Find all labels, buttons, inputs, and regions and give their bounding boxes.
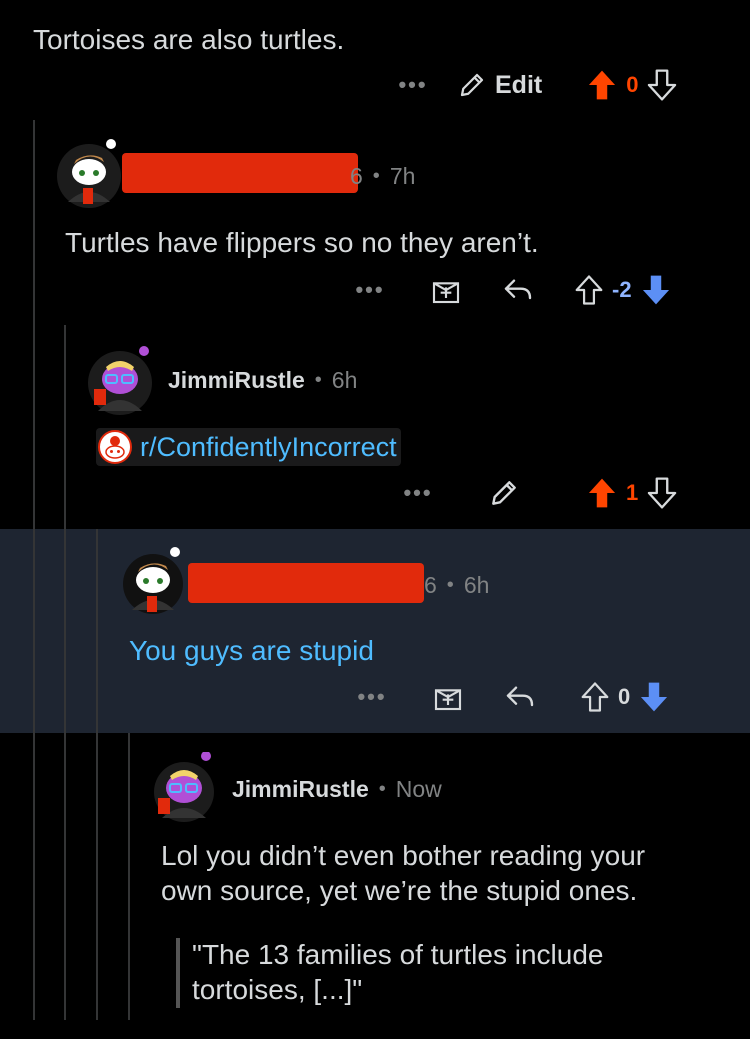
subreddit-link[interactable]: r/ConfidentlyIncorrect xyxy=(96,428,401,466)
reply-button[interactable] xyxy=(502,276,534,304)
upvote-button[interactable] xyxy=(574,274,604,306)
more-options-button[interactable]: ••• xyxy=(352,684,392,710)
subreddit-link-label[interactable]: r/ConfidentlyIncorrect xyxy=(140,432,397,463)
downvote-icon xyxy=(648,69,677,101)
upvote-icon xyxy=(575,275,603,305)
downvote-icon xyxy=(641,682,668,712)
username-suffix[interactable]: 6 xyxy=(424,572,437,599)
comment-text-line-2: own source, yet we’re the stupid ones. xyxy=(161,875,638,906)
edit-label: Edit xyxy=(495,70,543,99)
comment-text: Turtles have flippers so no they aren’t. xyxy=(65,227,539,258)
upvote-button[interactable] xyxy=(586,68,618,102)
reply-icon xyxy=(506,686,534,707)
edit-button[interactable]: Edit xyxy=(457,70,542,100)
comment-time: 6h xyxy=(331,367,358,393)
downvote-button[interactable] xyxy=(646,68,678,102)
thread-line-2[interactable] xyxy=(64,325,66,1020)
top-comment-text: Tortoises are also turtles. xyxy=(33,24,345,55)
upvote-button[interactable] xyxy=(586,476,618,510)
comment-actions: ••• 1 xyxy=(398,473,678,513)
more-options-button[interactable]: ••• xyxy=(393,72,433,98)
upvote-button[interactable] xyxy=(580,681,610,713)
award-icon xyxy=(432,282,460,304)
downvote-icon xyxy=(647,477,677,509)
redacted-username xyxy=(122,153,358,193)
reply-icon xyxy=(504,279,532,300)
comment-actions: ••• -2 xyxy=(350,270,672,310)
avatar[interactable] xyxy=(56,138,122,208)
thread-line-1[interactable] xyxy=(33,120,35,1020)
downvote-button[interactable] xyxy=(646,476,678,510)
username-suffix[interactable]: 6 xyxy=(350,163,363,190)
comment-actions: ••• 0 xyxy=(352,677,670,717)
award-button[interactable] xyxy=(430,274,462,306)
username[interactable]: JimmiRustle xyxy=(168,367,305,394)
vote-score: 1 xyxy=(626,480,639,505)
comment-text: You guys are stupid xyxy=(129,635,374,666)
vote-score: 0 xyxy=(618,684,631,709)
meta-separator: • xyxy=(372,165,380,187)
comment-time: 6h xyxy=(463,572,490,598)
upvote-icon xyxy=(581,682,609,712)
comment-meta: 6 • 7h xyxy=(350,163,415,190)
more-options-button[interactable]: ••• xyxy=(350,277,390,303)
downvote-icon xyxy=(642,275,669,305)
redacted-username xyxy=(188,563,424,603)
comment-meta: 6 • 6h xyxy=(424,572,489,599)
vote-score: -2 xyxy=(612,277,632,302)
quote-text-line-1: "The 13 families of turtles include xyxy=(192,939,604,970)
more-options-button[interactable]: ••• xyxy=(398,480,438,506)
top-comment-actions: ••• Edit 0 xyxy=(393,65,678,105)
award-icon xyxy=(434,689,462,711)
upvote-icon xyxy=(589,70,616,100)
comment-meta: JimmiRustle • Now xyxy=(232,776,442,803)
avatar[interactable] xyxy=(88,345,154,415)
pencil-icon xyxy=(492,481,516,505)
award-button[interactable] xyxy=(432,681,464,713)
subreddit-icon xyxy=(98,430,132,464)
downvote-button[interactable] xyxy=(640,273,672,307)
avatar[interactable] xyxy=(152,752,218,822)
upvote-icon xyxy=(588,478,616,508)
comment-meta: JimmiRustle • 6h xyxy=(168,367,357,394)
username[interactable]: JimmiRustle xyxy=(232,776,369,803)
edit-button[interactable] xyxy=(488,477,520,509)
downvote-button[interactable] xyxy=(638,680,670,714)
comment-text-line-1: Lol you didn’t even bother reading your xyxy=(161,840,646,871)
quote-text-line-2: tortoises, [...]" xyxy=(192,974,363,1005)
meta-separator: • xyxy=(378,778,386,800)
comment-time: Now xyxy=(395,776,442,802)
comment-time: 7h xyxy=(389,163,416,189)
quote-bar xyxy=(176,938,180,1008)
avatar[interactable] xyxy=(120,544,186,614)
pencil-icon xyxy=(460,73,484,97)
thread-line-3[interactable] xyxy=(96,529,98,1020)
thread-line-4[interactable] xyxy=(128,733,130,1020)
meta-separator: • xyxy=(314,369,322,391)
meta-separator: • xyxy=(446,574,454,596)
reply-button[interactable] xyxy=(504,683,536,711)
vote-score: 0 xyxy=(626,72,639,97)
